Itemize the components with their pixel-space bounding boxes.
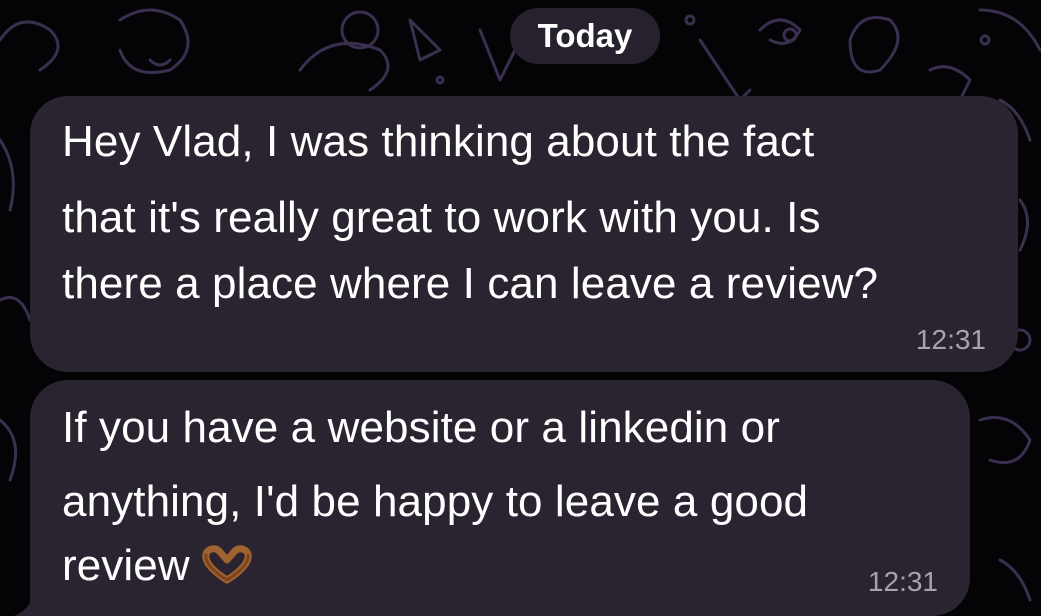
- message-text-line: that it's really great to work with you.…: [62, 193, 821, 242]
- incoming-message-bubble[interactable]: If you have a website or a linkedin or a…: [30, 380, 970, 616]
- heart-hands-emoji-icon: [202, 545, 252, 584]
- date-separator: Today: [510, 8, 660, 64]
- chat-screen: Today Hey Vlad, I was thinking about the…: [0, 0, 1041, 616]
- message-text-line: there a place where I can leave a review…: [62, 259, 879, 308]
- message-text-line: If you have a website or a linkedin or: [62, 403, 780, 452]
- message-text: review: [62, 541, 190, 590]
- bubble-tail: [14, 592, 54, 616]
- message-timestamp: 12:31: [867, 566, 938, 597]
- incoming-message-bubble[interactable]: Hey Vlad, I was thinking about the fact …: [30, 96, 1018, 372]
- message-text-line-with-emoji: review: [62, 540, 256, 592]
- message-text-line: anything, I'd be happy to leave a good: [62, 477, 809, 526]
- message-text-line: Hey Vlad, I was thinking about the fact: [62, 117, 815, 166]
- message-timestamp: 12:31: [915, 324, 986, 355]
